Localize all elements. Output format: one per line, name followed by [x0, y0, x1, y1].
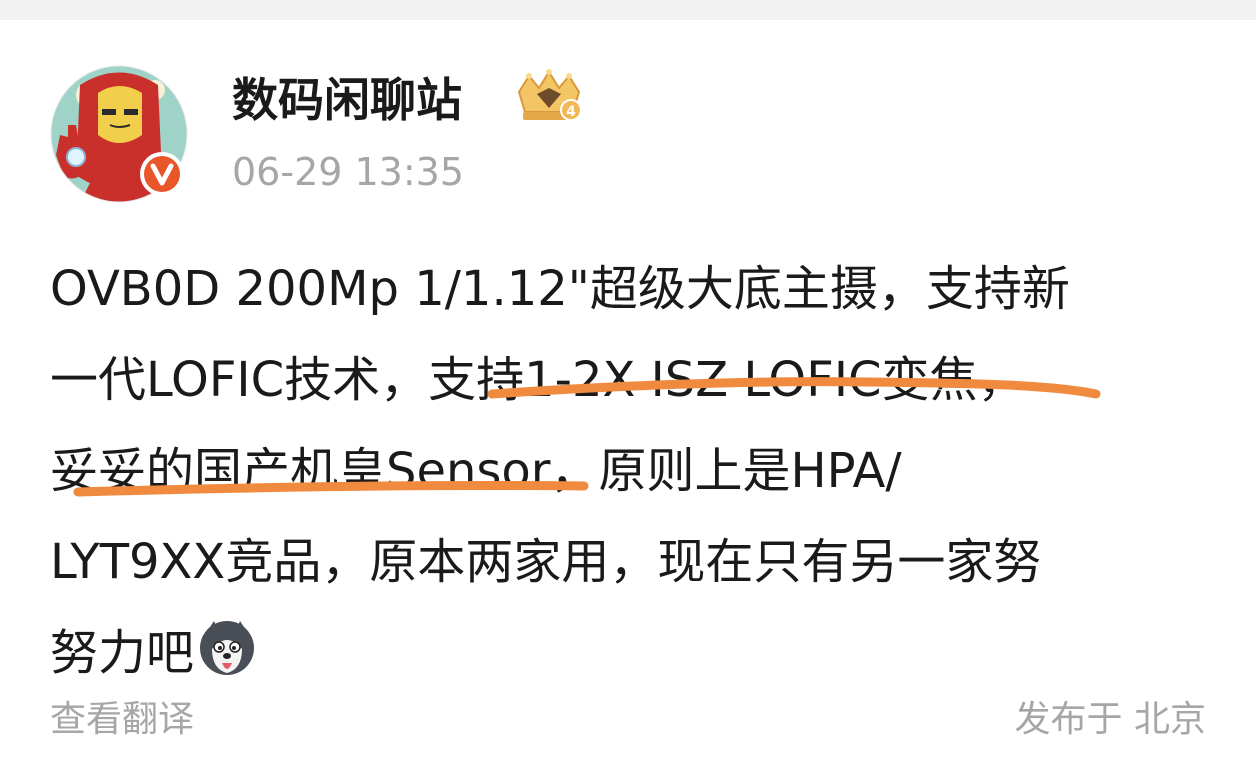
- content-line-5-text: 努力吧: [50, 625, 195, 681]
- content-line-1: OVB0D 200Mp 1/1.12"超级大底主摄，支持新: [50, 261, 1070, 317]
- content-line-3: 妥妥的国产机皇Sensor，原则上是HPA/: [50, 443, 902, 499]
- content-line-4: LYT9XX竞品，原本两家用，现在只有另一家努: [50, 534, 1042, 590]
- content-line-2: 一代LOFIC技术，支持1-2X ISZ LOFIC变焦，: [50, 352, 1026, 408]
- husky-emoji-icon: [200, 621, 255, 675]
- translate-link[interactable]: 查看翻译: [50, 696, 194, 744]
- crown-level-badge[interactable]: 4: [513, 68, 585, 126]
- svg-text:4: 4: [566, 104, 576, 120]
- post-location: 发布于 北京: [1014, 699, 1206, 740]
- post-content: OVB0D 200Mp 1/1.12"超级大底主摄，支持新 一代LOFIC技术，…: [50, 244, 1210, 699]
- verified-v-badge-icon: [140, 152, 184, 196]
- author-name[interactable]: 数码闲聊站: [232, 68, 462, 132]
- verified-badge: [138, 150, 186, 198]
- content-line-5: 努力吧: [50, 608, 1210, 699]
- top-strip: [0, 0, 1256, 20]
- husky-emoji: [198, 616, 256, 675]
- crown-level-4-icon: 4: [517, 69, 582, 121]
- post-timestamp: 06-29 13:35: [232, 150, 465, 194]
